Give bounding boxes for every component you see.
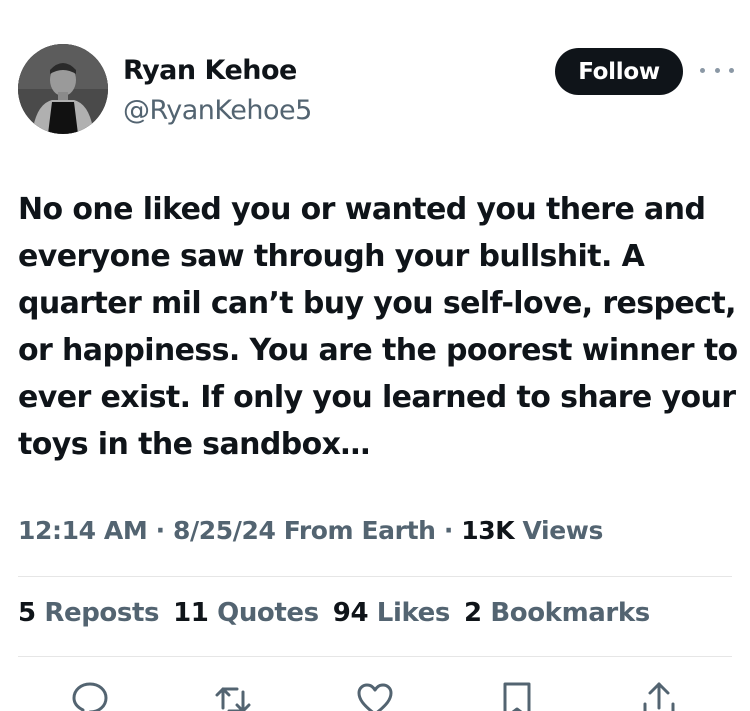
avatar[interactable] <box>18 44 108 134</box>
bookmarks-label: Bookmarks <box>490 598 650 628</box>
meta-separator: · <box>147 516 174 545</box>
more-options-icon[interactable] <box>700 62 734 78</box>
repost-icon[interactable] <box>213 680 253 711</box>
quotes-count: 11 <box>173 598 209 628</box>
share-icon[interactable] <box>639 680 679 711</box>
views-count: 13K <box>461 516 515 545</box>
reply-icon[interactable] <box>70 680 110 711</box>
divider <box>18 576 732 577</box>
heart-icon[interactable] <box>355 680 395 711</box>
author-handle[interactable]: @RyanKehoe5 <box>123 95 312 126</box>
bookmark-icon[interactable] <box>497 680 537 711</box>
quotes-stat[interactable]: 11 Quotes <box>173 598 319 628</box>
tweet-time[interactable]: 12:14 AM <box>18 516 148 545</box>
divider <box>18 656 732 657</box>
author-name[interactable]: Ryan Kehoe <box>123 55 297 86</box>
tweet-meta: 12:14 AM · 8/25/24 From Earth · 13K View… <box>18 516 603 545</box>
meta-separator: · <box>435 516 462 545</box>
tweet-date[interactable]: 8/25/24 <box>173 516 276 545</box>
likes-stat[interactable]: 94 Likes <box>332 598 451 628</box>
follow-button[interactable]: Follow <box>555 48 683 95</box>
likes-count: 94 <box>332 598 369 628</box>
action-bar <box>0 680 750 711</box>
reposts-count: 5 <box>18 598 36 628</box>
more-dot <box>714 67 720 73</box>
engagement-stats: 5 Reposts 11 Quotes 94 Likes 2 Bookmarks <box>18 598 664 628</box>
tweet-text: No one liked you or wanted you there and… <box>18 192 738 462</box>
quotes-label: Quotes <box>217 598 319 628</box>
views-label: Views <box>514 516 604 545</box>
reposts-label: Reposts <box>44 598 160 628</box>
reposts-stat[interactable]: 5 Reposts <box>18 598 159 628</box>
bookmarks-count: 2 <box>463 598 482 628</box>
more-dot <box>700 67 705 73</box>
bookmarks-stat[interactable]: 2 Bookmarks <box>464 598 650 628</box>
tweet-source: From Earth <box>275 516 436 545</box>
more-dot <box>729 67 734 73</box>
likes-label: Likes <box>376 598 451 628</box>
